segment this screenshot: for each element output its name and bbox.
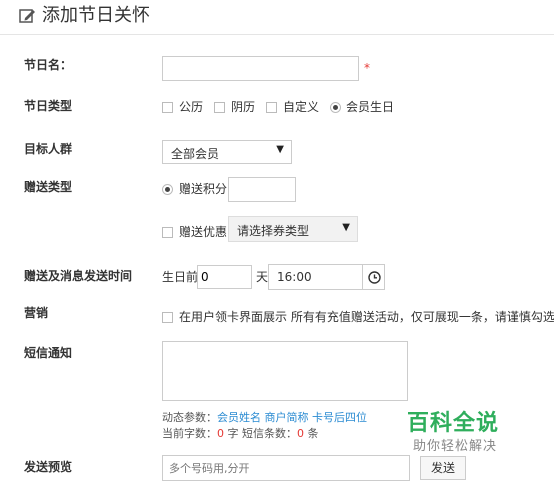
gift-points-input[interactable]: [228, 177, 296, 202]
page-title: 添加节日关怀: [42, 5, 150, 26]
sms-unit: 条: [307, 427, 319, 440]
dynamic-params-label: 动态参数：: [162, 411, 217, 424]
send-time-label: 赠送及消息发送时间: [24, 269, 133, 283]
holiday-name-input[interactable]: [162, 56, 359, 81]
sms-label: 短信通知: [24, 346, 73, 360]
send-time-prefix: 生日前: [162, 270, 199, 284]
sms-count: 0: [297, 427, 304, 440]
gift-coupon-checkbox[interactable]: [162, 227, 173, 238]
sms-counter: 当前字数：0 字 短信条数：0 条: [162, 427, 319, 441]
gift-coupon-label: 赠送优惠: [179, 225, 228, 239]
dynamic-params: 动态参数：会员姓名 商户简称 卡号后四位: [162, 411, 367, 425]
char-count: 0: [217, 427, 224, 440]
sms-count-label: 短信条数：: [242, 427, 297, 440]
target-group-label: 目标人群: [24, 142, 73, 156]
holiday-type-gregorian-label: 公历: [179, 100, 204, 114]
preview-phone-input[interactable]: [162, 455, 410, 481]
holiday-type-custom-label: 自定义: [283, 100, 320, 114]
gift-points-radio[interactable]: [162, 184, 173, 195]
required-mark: *: [364, 61, 370, 75]
days-before-input[interactable]: [197, 265, 252, 289]
edit-icon: [19, 9, 35, 23]
time-value: 16:00: [277, 270, 312, 284]
char-count-label: 当前字数：: [162, 427, 217, 440]
marketing-checkbox[interactable]: [162, 312, 173, 323]
caret-down-icon: ▼: [342, 222, 350, 233]
holiday-type-lunar-label: 阴历: [231, 100, 256, 114]
char-unit: 字: [227, 427, 239, 440]
coupon-type-select[interactable]: 请选择券类型 ▼: [228, 216, 358, 242]
page-header: 添加节日关怀: [0, 0, 554, 35]
marketing-label: 营销: [24, 306, 49, 320]
holiday-type-gregorian-checkbox[interactable]: [162, 102, 173, 113]
gift-points-label: 赠送积分: [179, 182, 228, 196]
param-merchant-short[interactable]: 商户简称: [265, 411, 309, 424]
sms-textarea[interactable]: [162, 341, 408, 401]
holiday-type-birthday-label: 会员生日: [346, 100, 395, 114]
send-button[interactable]: 发送: [420, 456, 466, 480]
days-unit: 天: [256, 270, 269, 284]
clock-icon[interactable]: [368, 271, 381, 284]
time-picker[interactable]: 16:00: [268, 264, 385, 290]
watermark-main: 百科全说: [407, 411, 500, 436]
holiday-type-custom-checkbox[interactable]: [266, 102, 277, 113]
target-group-select[interactable]: 全部会员 ▼: [162, 140, 292, 164]
holiday-type-label: 节日类型: [24, 99, 73, 113]
holiday-name-label: 节日名：: [24, 58, 73, 72]
watermark-sub: 助你轻松解决: [413, 439, 498, 454]
target-group-selected: 全部会员: [171, 147, 220, 161]
param-member-name[interactable]: 会员姓名: [217, 411, 261, 424]
holiday-type-lunar-checkbox[interactable]: [214, 102, 225, 113]
gift-type-label: 赠送类型: [24, 180, 73, 194]
param-card-last4[interactable]: 卡号后四位: [312, 411, 367, 424]
preview-label: 发送预览: [24, 460, 73, 474]
caret-down-icon: ▼: [276, 144, 284, 155]
coupon-type-selected: 请选择券类型: [237, 224, 310, 238]
holiday-type-birthday-radio[interactable]: [330, 102, 341, 113]
marketing-text: 在用户领卡界面展示 所有有充值赠送活动，仅可展现一条，请谨慎勾选: [179, 310, 554, 324]
